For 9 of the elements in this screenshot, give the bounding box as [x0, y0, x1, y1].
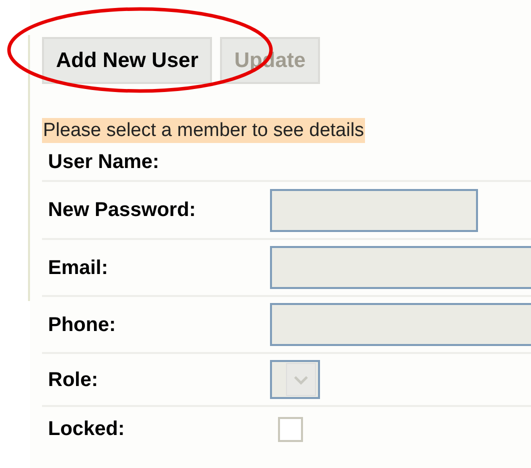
field-label: Role: [47, 368, 99, 392]
info-message: Please select a member to see details [42, 118, 366, 143]
field-label: Email: [47, 256, 110, 280]
toolbar-button[interactable]: Add New User [42, 37, 212, 84]
field-label: Locked: [47, 417, 126, 442]
field-label: User Name: [47, 150, 160, 174]
field-label: Phone: [47, 312, 117, 338]
field-label: New Password: [47, 198, 197, 223]
chevron-down-icon [286, 363, 316, 396]
